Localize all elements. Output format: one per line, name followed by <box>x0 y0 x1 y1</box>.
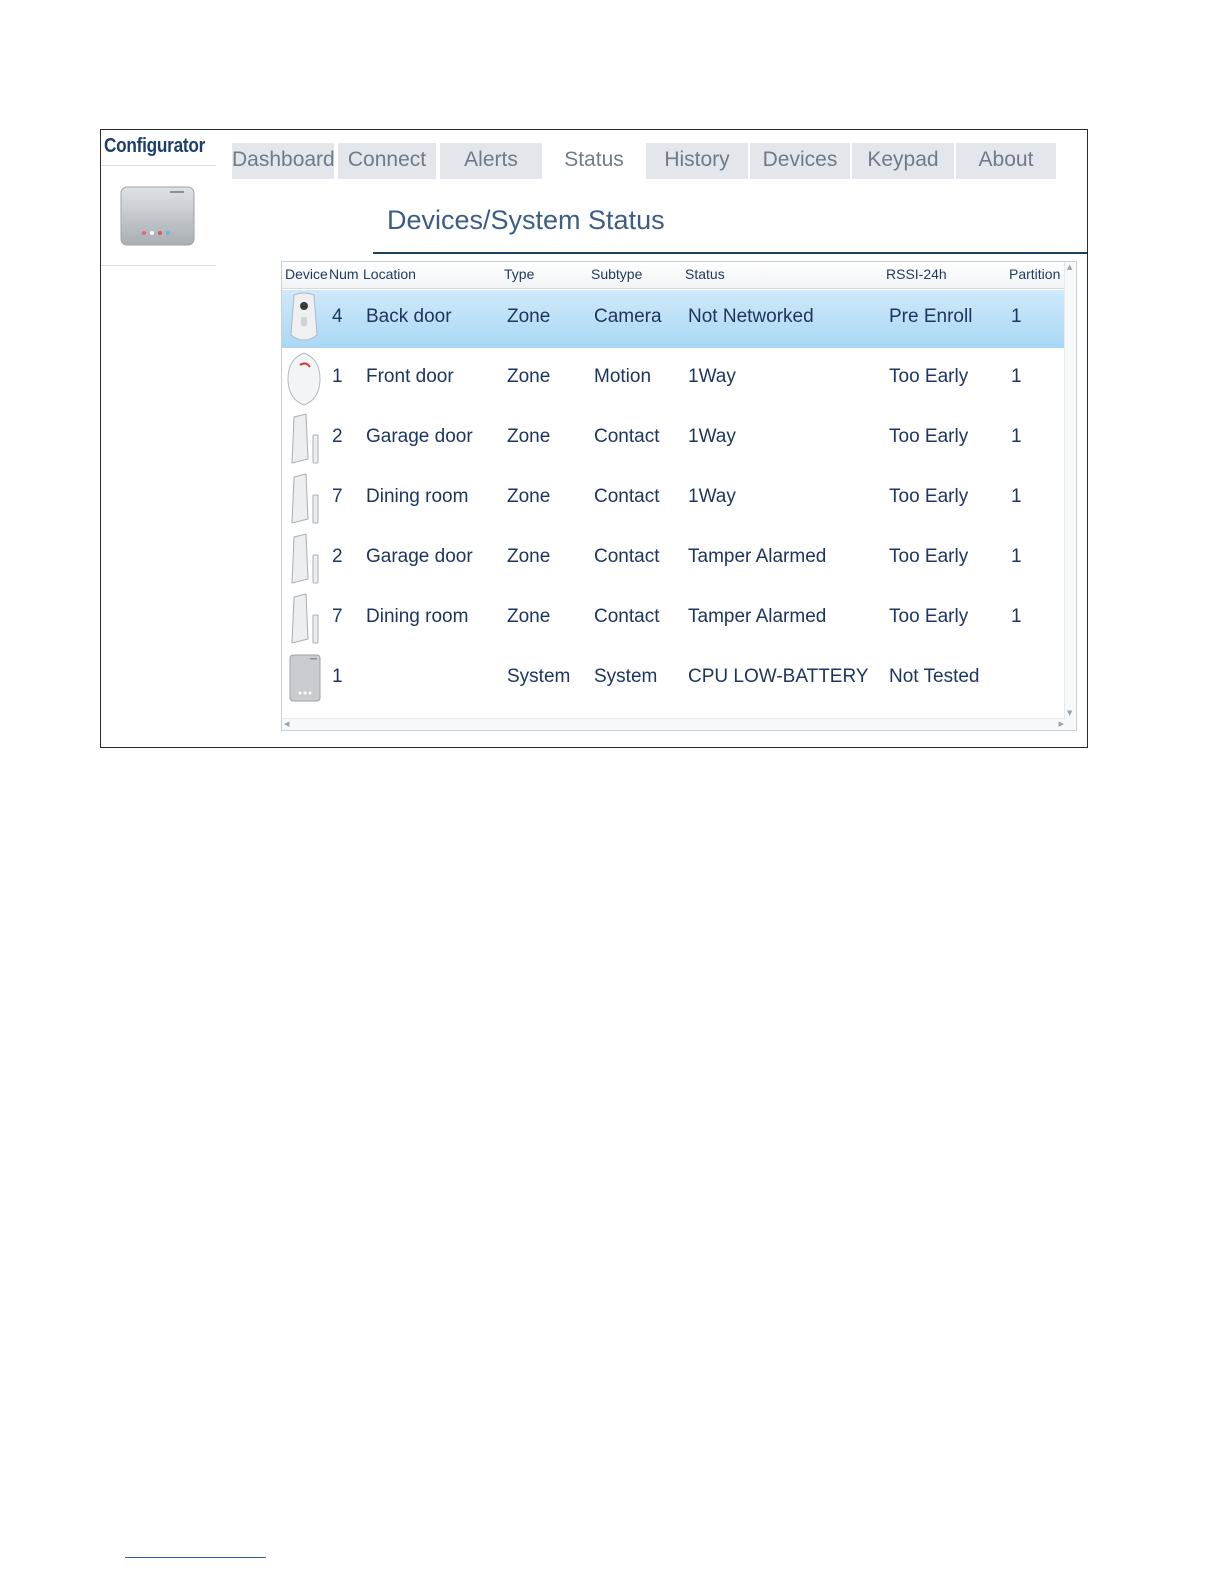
configurator-window: Configurator Dashboard Connect Alerts St… <box>100 129 1088 748</box>
cell-location: Dining room <box>366 486 469 507</box>
cell-location: Garage door <box>366 426 473 447</box>
contact-sensor-icon <box>291 473 319 524</box>
cell-subtype: Motion <box>594 366 652 387</box>
control-panel-icon <box>289 654 321 702</box>
cell-rssi: Too Early <box>889 426 969 447</box>
tab-dashboard[interactable]: Dashboard <box>232 143 335 179</box>
column-header-rssi[interactable]: RSSI-24h <box>886 266 947 282</box>
cell-num: 7 <box>332 606 343 627</box>
cell-rssi: Too Early <box>889 546 969 567</box>
cell-subtype: System <box>594 666 658 687</box>
column-header-partition[interactable]: Partition <box>1009 266 1060 282</box>
table-row[interactable]: 7 Dining room Zone Contact Tamper Alarme… <box>282 590 1066 648</box>
tab-alerts[interactable]: Alerts <box>440 143 542 179</box>
cell-status: 1Way <box>688 426 736 447</box>
device-status-table[interactable]: Device Num Location Type Subtype Status … <box>281 261 1077 731</box>
column-header-type[interactable]: Type <box>504 266 534 282</box>
scroll-left-icon[interactable]: ◀ <box>284 721 289 728</box>
cell-subtype: Contact <box>594 606 660 627</box>
table-row[interactable]: 2 Garage door Zone Contact Tamper Alarme… <box>282 530 1066 588</box>
hub-device-icon <box>120 186 195 246</box>
cell-num: 2 <box>332 546 343 567</box>
cell-location: Dining room <box>366 606 469 627</box>
table-row[interactable]: 7 Dining room Zone Contact 1Way Too Earl… <box>282 470 1066 528</box>
cell-type: System <box>507 666 571 687</box>
horizontal-scrollbar[interactable]: ◀ ▶ <box>282 718 1066 730</box>
footnote-separator <box>125 1557 266 1558</box>
column-header-location[interactable]: Location <box>363 266 416 282</box>
column-header-num[interactable]: Num <box>329 266 359 282</box>
scroll-right-icon[interactable]: ▶ <box>1059 721 1064 728</box>
cell-num: 1 <box>332 666 343 687</box>
table-row[interactable]: 4 Back door Zone Camera Not Networked Pr… <box>282 290 1066 348</box>
cell-type: Zone <box>507 366 551 387</box>
cell-type: Zone <box>507 606 551 627</box>
brand-divider <box>101 165 216 166</box>
cell-rssi: Too Early <box>889 606 969 627</box>
tab-about[interactable]: About <box>956 143 1056 179</box>
cell-subtype: Contact <box>594 486 660 507</box>
cell-status: 1Way <box>688 486 736 507</box>
tab-connect[interactable]: Connect <box>338 143 436 179</box>
cell-partition: 1 <box>1011 606 1022 627</box>
table-row[interactable]: 1 System System CPU LOW-BATTERY Not Test… <box>282 650 1066 708</box>
cell-num: 2 <box>332 426 343 447</box>
cell-status: 1Way <box>688 366 736 387</box>
cell-rssi: Too Early <box>889 366 969 387</box>
title-underline <box>373 252 1087 254</box>
cell-subtype: Contact <box>594 546 660 567</box>
cell-status: Not Networked <box>688 306 814 327</box>
cell-rssi: Not Tested <box>889 666 980 687</box>
cell-num: 1 <box>332 366 343 387</box>
tab-history[interactable]: History <box>646 143 748 179</box>
tab-keypad[interactable]: Keypad <box>852 143 954 179</box>
scroll-up-icon[interactable]: ▲ <box>1067 264 1072 271</box>
page-title: Devices/System Status <box>387 205 665 235</box>
cell-partition: 1 <box>1011 366 1022 387</box>
cell-location: Garage door <box>366 546 473 567</box>
column-header-device[interactable]: Device <box>285 266 328 282</box>
column-header-status[interactable]: Status <box>685 266 725 282</box>
cell-rssi: Too Early <box>889 486 969 507</box>
scroll-down-icon[interactable]: ▼ <box>1067 710 1072 717</box>
cell-partition: 1 <box>1011 306 1022 327</box>
cell-type: Zone <box>507 426 551 447</box>
contact-sensor-icon <box>291 533 319 584</box>
table-row[interactable]: 2 Garage door Zone Contact 1Way Too Earl… <box>282 410 1066 468</box>
cell-num: 7 <box>332 486 343 507</box>
contact-sensor-icon <box>291 593 319 644</box>
cell-status: Tamper Alarmed <box>688 606 827 627</box>
cell-partition: 1 <box>1011 546 1022 567</box>
cell-subtype: Contact <box>594 426 660 447</box>
app-brand: Configurator <box>104 135 206 157</box>
cell-status: Tamper Alarmed <box>688 546 827 567</box>
table-header: Device Num Location Type Subtype Status … <box>282 262 1066 289</box>
tab-status[interactable]: Status <box>544 143 644 179</box>
cell-status: CPU LOW-BATTERY <box>688 666 869 687</box>
cell-location: Back door <box>366 306 452 327</box>
camera-icon <box>290 292 318 341</box>
vertical-scrollbar[interactable]: ▲ ▼ <box>1064 262 1076 730</box>
column-header-subtype[interactable]: Subtype <box>591 266 642 282</box>
cell-location: Front door <box>366 366 454 387</box>
cell-subtype: Camera <box>594 306 662 327</box>
cell-type: Zone <box>507 306 551 327</box>
tab-devices[interactable]: Devices <box>750 143 850 179</box>
cell-partition: 1 <box>1011 426 1022 447</box>
cell-num: 4 <box>332 306 343 327</box>
sidebar-divider <box>101 265 216 266</box>
motion-sensor-icon <box>287 352 321 406</box>
cell-partition: 1 <box>1011 486 1022 507</box>
contact-sensor-icon <box>291 413 319 464</box>
table-row[interactable]: 1 Front door Zone Motion 1Way Too Early … <box>282 350 1066 408</box>
cell-type: Zone <box>507 546 551 567</box>
cell-rssi: Pre Enroll <box>889 306 973 327</box>
cell-type: Zone <box>507 486 551 507</box>
